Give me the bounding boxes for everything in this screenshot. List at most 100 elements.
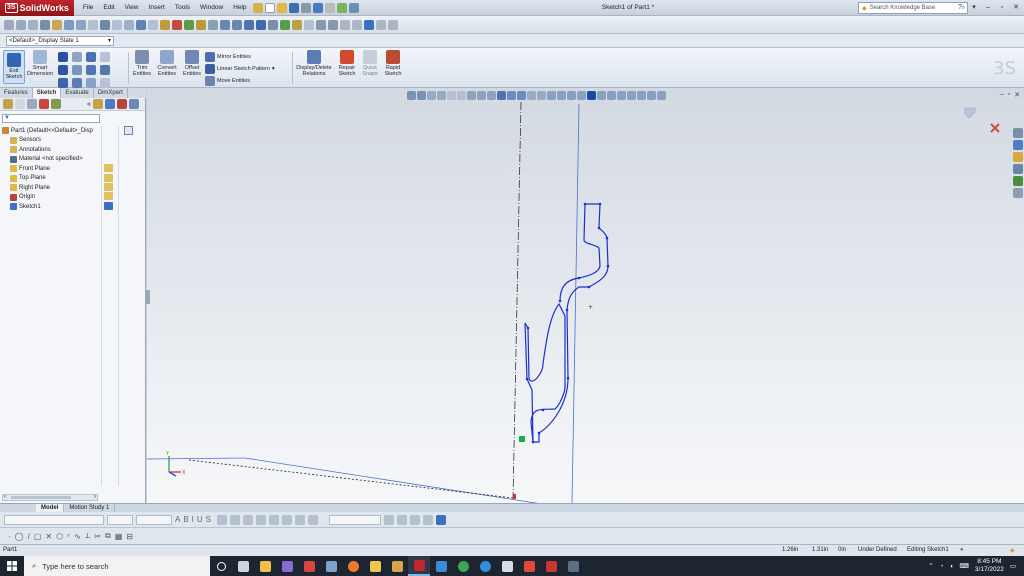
sketch-point[interactable] [577, 276, 581, 280]
toolbar-icon-3[interactable] [28, 19, 38, 30]
format-icon-14[interactable] [423, 514, 434, 525]
app-icon-11[interactable] [474, 556, 496, 576]
tree-item-sensors[interactable]: Sensors [2, 136, 102, 146]
rebuild-icon[interactable] [336, 2, 347, 13]
confirmation-corner[interactable] [964, 107, 1000, 133]
line-icon[interactable]: / [28, 532, 30, 541]
trim-entities-button[interactable]: Trim Entities [132, 50, 152, 77]
format-icon-11[interactable] [384, 514, 395, 525]
pattern-icon[interactable]: ▦ [115, 532, 123, 541]
tab-features[interactable]: Features [0, 88, 33, 98]
plane-visibility-icon[interactable] [104, 174, 113, 182]
print-icon[interactable] [300, 2, 311, 13]
arc-icon[interactable]: ◜ [67, 532, 70, 541]
horizontal-scrollbar[interactable]: ‹ › [2, 494, 98, 501]
menu-insert[interactable]: Insert [144, 0, 170, 16]
x-icon[interactable]: ✕ [45, 532, 52, 541]
undo-icon[interactable] [312, 2, 323, 13]
new-document-icon[interactable] [264, 2, 275, 13]
sketch-point[interactable] [606, 264, 610, 268]
toolbar-icon-5[interactable] [52, 19, 62, 30]
layer-select[interactable] [329, 514, 382, 525]
app-icon-3[interactable] [298, 556, 320, 576]
toolbar-icon-2[interactable] [16, 19, 26, 30]
sketch-point[interactable] [597, 226, 601, 230]
font-size-select[interactable] [107, 514, 133, 525]
relations-icon[interactable]: ⊟ [126, 532, 133, 541]
pin-icon[interactable] [252, 2, 263, 13]
menu-window[interactable]: Window [195, 0, 228, 16]
sketch-point[interactable] [605, 236, 609, 240]
toolbar-icon-17[interactable] [196, 19, 206, 30]
bullets-icon[interactable] [256, 514, 267, 525]
toolbar-icon-9[interactable] [100, 19, 110, 30]
toolbar-icon-33[interactable] [388, 19, 398, 30]
firefox-icon[interactable] [342, 556, 364, 576]
quick-snaps-button[interactable]: Quick Snaps [360, 50, 380, 77]
sketch-point[interactable] [558, 299, 562, 303]
rectangle-icon[interactable]: ▢ [34, 532, 42, 541]
app-icon-13[interactable] [518, 556, 540, 576]
sketch-point[interactable] [525, 377, 529, 381]
menu-tools[interactable]: Tools [170, 0, 195, 16]
toolbar-icon-7[interactable] [76, 19, 86, 30]
toolbar-icon-10[interactable] [112, 19, 122, 30]
sketch-point[interactable] [587, 285, 591, 289]
format-icon-10[interactable] [308, 514, 319, 525]
sketch-point[interactable] [537, 431, 541, 435]
circle-icon[interactable]: ◯ [15, 532, 24, 541]
sketch-point[interactable] [526, 326, 530, 330]
collapse-icon[interactable]: « [87, 101, 91, 108]
sketch-point[interactable] [566, 376, 570, 380]
spline-icon[interactable] [86, 52, 96, 62]
toolbar-icon-27[interactable] [316, 19, 326, 30]
appearance-icon[interactable] [280, 19, 290, 30]
plane-visibility-icon[interactable] [104, 164, 113, 172]
centerpoint-icon[interactable] [72, 78, 82, 88]
toolbar-icon-31[interactable] [364, 19, 374, 30]
point-icon[interactable]: · [8, 532, 11, 541]
help-icon[interactable]: ? [954, 2, 966, 13]
options-icon[interactable] [348, 2, 359, 13]
plane-visibility-icon[interactable] [104, 183, 113, 191]
app-icon-14[interactable] [540, 556, 562, 576]
offset-entities-button[interactable]: Offset Entities [181, 50, 203, 77]
offset-icon[interactable]: ⧉ [105, 531, 111, 541]
app-icon-15[interactable] [562, 556, 584, 576]
toolbar-icon-32[interactable] [376, 19, 386, 30]
sketch-point[interactable] [565, 308, 569, 312]
toolbar-icon-30[interactable] [352, 19, 362, 30]
slot-icon[interactable] [58, 78, 68, 88]
display-style-icon[interactable] [256, 19, 266, 30]
cancel-sketch-icon[interactable] [990, 123, 1000, 133]
tree-item-right-plane[interactable]: Right Plane [2, 183, 102, 193]
menu-help[interactable]: Help [228, 0, 251, 16]
display-manager-icon[interactable] [51, 99, 61, 109]
toolbar-icon-8[interactable] [88, 19, 98, 30]
toolbar-icon-26[interactable] [304, 19, 314, 30]
save-icon[interactable] [288, 2, 299, 13]
feature-manager-toolbar-icon-2[interactable] [104, 99, 115, 109]
feature-manager-toolbar-icon-1[interactable] [92, 99, 103, 109]
menu-view[interactable]: View [120, 0, 144, 16]
tab-sketch[interactable]: Sketch [32, 88, 62, 98]
file-explorer-icon[interactable] [364, 556, 386, 576]
toolbar-icon-28[interactable] [328, 19, 338, 30]
language-icon[interactable]: ⌨ [960, 562, 969, 570]
toolbar-icon-18[interactable] [208, 19, 218, 30]
circle-icon[interactable] [72, 52, 82, 62]
linear-sketch-pattern-button[interactable]: Linear Sketch Pattern ▾ [205, 64, 275, 74]
rectangle-icon[interactable] [58, 65, 68, 75]
exit-sketch-corner-icon[interactable] [964, 107, 976, 119]
tree-item-part[interactable]: Part1 (Default<<Default>_Disp [2, 126, 102, 136]
rebuild-status-icon[interactable]: ● [960, 547, 964, 553]
scroll-left-icon[interactable]: ‹ [4, 494, 6, 500]
polygon-icon[interactable] [86, 65, 96, 75]
scroll-thumb[interactable] [11, 496, 71, 499]
toolbar-icon-1[interactable] [4, 19, 14, 30]
tab-dimxpert[interactable]: DimXpert [94, 88, 128, 98]
configuration-manager-icon[interactable] [27, 99, 37, 109]
tree-item-front-plane[interactable]: Front Plane [2, 164, 102, 174]
smart-dimension-button[interactable]: Smart Dimension [27, 50, 53, 77]
tree-item-top-plane[interactable]: Top Plane [2, 174, 102, 184]
